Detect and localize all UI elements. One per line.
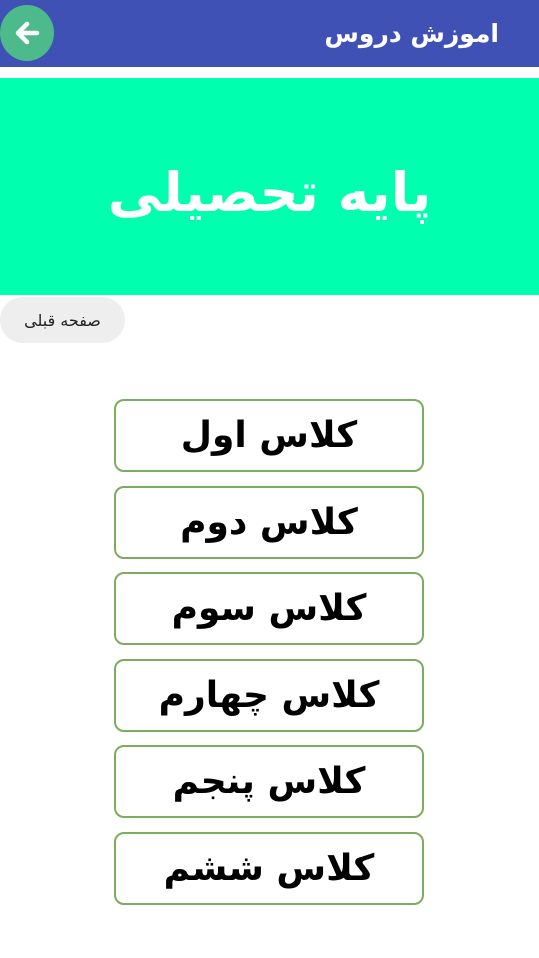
arrow-left-icon (15, 21, 40, 45)
app-title: اموزش دروس (324, 19, 499, 48)
app-screen: اموزش دروس پایه تحصیلی صفحه قبلی کلاس او… (0, 0, 539, 958)
class-button-4[interactable]: کلاس چهارم (114, 658, 424, 732)
class-button-2[interactable]: کلاس دوم (114, 485, 424, 559)
back-button[interactable] (0, 5, 54, 61)
class-label: کلاس چهارم (158, 674, 380, 716)
class-list: کلاس اول کلاس دوم کلاس سوم کلاس چهارم کل… (114, 399, 424, 918)
previous-page-button[interactable]: صفحه قبلی (0, 297, 125, 343)
class-label: کلاس پنجم (172, 761, 366, 802)
class-label: کلاس ششم (163, 847, 375, 889)
grade-banner: پایه تحصیلی (0, 78, 539, 295)
class-button-5[interactable]: کلاس پنجم (114, 745, 424, 818)
class-label: کلاس دوم (180, 501, 358, 543)
class-label: کلاس سوم (171, 588, 367, 629)
class-button-3[interactable]: کلاس سوم (114, 572, 424, 645)
class-button-1[interactable]: کلاس اول (114, 399, 424, 472)
app-bar: اموزش دروس (0, 0, 539, 67)
banner-title: پایه تحصیلی (107, 161, 432, 224)
class-button-6[interactable]: کلاس ششم (114, 831, 424, 905)
class-label: کلاس اول (180, 415, 358, 456)
